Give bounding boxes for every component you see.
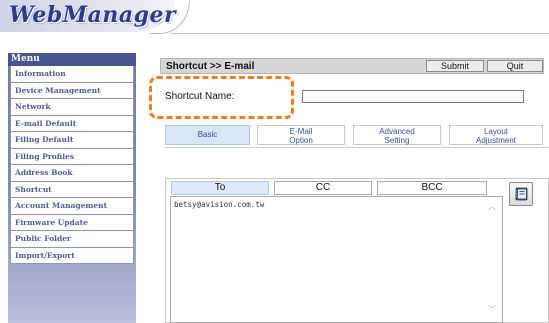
tab-label-line2: Adjustment <box>475 136 517 145</box>
recipient-tab-cc[interactable]: CC <box>274 181 372 195</box>
sidebar-item-email-default[interactable]: E-mail Default <box>10 115 134 132</box>
tabs-divider <box>165 147 549 148</box>
quit-button[interactable]: Quit <box>487 60 543 72</box>
scroll-up-icon[interactable]: ︿ <box>488 201 496 212</box>
tab-label-line2: Option <box>289 136 313 145</box>
sidebar: Menu Information Device Management Netwo… <box>8 53 136 323</box>
header-rule <box>170 33 549 34</box>
sidebar-item-network[interactable]: Network <box>10 99 134 116</box>
header-divider-curve <box>150 0 190 34</box>
address-book-button[interactable] <box>509 182 533 206</box>
tab-email-option[interactable]: E-Mail Option <box>257 125 345 145</box>
page-titlebar: Shortcut >> E-mail Submit Quit <box>160 58 544 74</box>
tab-layout-adjustment[interactable]: Layout Adjustment <box>449 125 543 145</box>
submit-button[interactable]: Submit <box>426 60 484 72</box>
breadcrumb: Shortcut >> E-mail <box>166 61 255 72</box>
settings-tabs: Basic E-Mail Option Advanced Setting Lay… <box>165 125 543 145</box>
recipient-to-textarea[interactable]: betsy@avision.com.tw <box>170 196 503 323</box>
address-book-icon <box>515 187 529 206</box>
sidebar-item-device-management[interactable]: Device Management <box>10 82 134 99</box>
shortcut-name-input[interactable] <box>302 90 524 103</box>
menu-list: Information Device Management Network E-… <box>10 66 134 264</box>
sidebar-item-shortcut[interactable]: Shortcut <box>10 181 134 198</box>
tab-label-line1: E-Mail <box>289 127 313 136</box>
tab-basic[interactable]: Basic <box>165 125 250 145</box>
tab-label-line2: Setting <box>384 136 410 145</box>
sidebar-item-public-folder[interactable]: Public Folder <box>10 231 134 248</box>
sidebar-item-information[interactable]: Information <box>10 66 134 83</box>
sidebar-item-filing-profiles[interactable]: Filing Profiles <box>10 148 134 165</box>
tab-label-line1: Advanced <box>379 127 415 136</box>
sidebar-item-account-management[interactable]: Account Management <box>10 198 134 215</box>
callout-highlight-box <box>149 76 294 119</box>
sidebar-item-address-book[interactable]: Address Book <box>10 165 134 182</box>
tab-label: Basic <box>197 130 218 139</box>
tab-label-line1: Layout <box>483 127 509 136</box>
header: WebManager <box>0 0 549 34</box>
scroll-down-icon[interactable]: ﹀ <box>488 304 496 315</box>
sidebar-item-import-export[interactable]: Import/Export <box>10 247 134 264</box>
sidebar-item-firmware-update[interactable]: Firmware Update <box>10 214 134 231</box>
sidebar-item-filing-default[interactable]: Filing Default <box>10 132 134 149</box>
tab-advanced-setting[interactable]: Advanced Setting <box>353 125 441 145</box>
menu-title: Menu <box>8 53 136 66</box>
recipient-tab-bcc[interactable]: BCC <box>377 181 487 195</box>
recipient-tab-to[interactable]: To <box>171 181 269 195</box>
